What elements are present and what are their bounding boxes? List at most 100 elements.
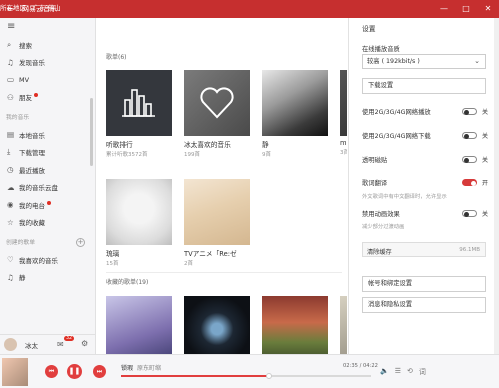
- account-settings-button[interactable]: 帐号和绑定设置: [362, 276, 486, 292]
- sidebar-item[interactable]: ▭ MV: [0, 71, 95, 89]
- sidebar-item[interactable]: ☆ 我的收藏: [0, 214, 95, 232]
- collected-card[interactable]: [106, 296, 172, 354]
- collected-cover-image[interactable]: [106, 296, 172, 354]
- notification-dot: [34, 93, 38, 98]
- playlist-cover-image[interactable]: [184, 179, 250, 245]
- playlist-cover-image[interactable]: [340, 70, 347, 136]
- sidebar-item-icon: ♫: [7, 272, 14, 282]
- add-playlist-icon[interactable]: +: [76, 238, 85, 247]
- title-bar: ← 网易云音乐 — □ ✕: [0, 0, 499, 18]
- minimize-icon[interactable]: —: [433, 0, 455, 18]
- playlist-name[interactable]: mp: [340, 139, 347, 147]
- collected-cover-image[interactable]: [340, 296, 347, 354]
- toggle-knob: [464, 109, 469, 115]
- region-text: 所在地区：广东·佛山: [0, 4, 61, 12]
- toggle-knob: [471, 180, 476, 186]
- created-playlists-header: 创建的歌单 +: [0, 235, 95, 251]
- ranking-cover-image[interactable]: [106, 70, 172, 136]
- sidebar-item-label: 下载管理: [19, 149, 45, 158]
- toggle-switch[interactable]: [462, 156, 477, 163]
- sidebar-item-label: 发现音乐: [19, 59, 45, 68]
- pause-icon[interactable]: ❚❚: [67, 364, 82, 379]
- progress-handle[interactable]: [265, 373, 272, 379]
- next-icon[interactable]: ⏭: [93, 365, 106, 378]
- sidebar-scrollbar[interactable]: [90, 98, 93, 166]
- collected-card[interactable]: [262, 296, 328, 354]
- playlist-card[interactable]: 琉璃 15首: [106, 179, 172, 267]
- sidebar-item[interactable]: ☁ 我的音乐云盘: [0, 179, 95, 197]
- sidebar-item-label: 我的收藏: [19, 219, 45, 228]
- song-title: 锁瑕: [121, 365, 134, 372]
- sidebar-item[interactable]: ⚇ 朋友: [0, 89, 95, 107]
- lyrics-icon[interactable]: 词: [419, 367, 426, 377]
- now-playing-cover[interactable]: [2, 358, 28, 386]
- setting-toggle-row[interactable]: 歌词翻译 开: [362, 178, 488, 188]
- playlist-name[interactable]: 琉璃: [106, 248, 172, 258]
- volume-icon[interactable]: 🔈: [380, 367, 389, 377]
- collected-cover-image[interactable]: [262, 296, 328, 354]
- sidebar-item-label: 本地音乐: [19, 131, 45, 140]
- toggle-state: 关: [482, 157, 489, 164]
- toggle-switch[interactable]: [462, 132, 477, 139]
- sidebar-item[interactable]: ▤ 本地音乐: [0, 126, 95, 144]
- liked-cover-image[interactable]: [184, 70, 250, 136]
- playlist-card[interactable]: mp 3首: [340, 70, 347, 156]
- sidebar-item[interactable]: ♫ 静: [0, 269, 95, 287]
- download-settings-button[interactable]: 下载设置: [362, 78, 486, 94]
- playlist-card[interactable]: 听歌排行 累计听歌3572首: [106, 70, 172, 158]
- window-controls: — □ ✕: [433, 0, 499, 18]
- my-music-header: 我的音乐: [6, 115, 30, 121]
- translate-description: 外文歌词中有中文翻译时，允许显示: [362, 194, 447, 200]
- playlist-icon[interactable]: ☰: [395, 367, 401, 377]
- playlist-name[interactable]: 冰太喜欢的音乐: [184, 139, 250, 149]
- repeat-icon[interactable]: ⟲: [407, 367, 413, 377]
- maximize-icon[interactable]: □: [455, 0, 477, 18]
- sidebar-item[interactable]: ⤓ 下载管理: [0, 144, 95, 162]
- sidebar-item-icon: ☁: [7, 182, 15, 192]
- user-area[interactable]: 冰太 ✉ 32 ⚙: [0, 334, 96, 354]
- playlist-card[interactable]: 冰太喜欢的音乐 199首: [184, 70, 250, 158]
- setting-toggle-row[interactable]: 使用2G/3G/4G网络下载 关: [362, 131, 488, 141]
- privacy-settings-button[interactable]: 消息和隐私设置: [362, 297, 486, 313]
- progress-bar[interactable]: [121, 373, 371, 379]
- setting-toggle-row[interactable]: 禁用动画效果 关: [362, 209, 488, 219]
- playlist-name[interactable]: 静: [262, 139, 328, 149]
- playlist-name[interactable]: TVアニメ「Re:ゼ: [184, 248, 250, 258]
- settings-title: 设置: [362, 25, 376, 33]
- playlist-name[interactable]: 听歌排行: [106, 139, 172, 149]
- playlist-card[interactable]: TVアニメ「Re:ゼ 2首: [184, 179, 250, 267]
- sidebar-item[interactable]: ◉ 我的电台: [0, 196, 95, 214]
- collected-cover-image[interactable]: [184, 296, 250, 354]
- close-icon[interactable]: ✕: [477, 0, 499, 18]
- setting-toggle-row[interactable]: 透明磁贴 关: [362, 155, 488, 165]
- mail-icon[interactable]: ✉: [57, 340, 64, 349]
- toggle-switch[interactable]: [462, 108, 477, 115]
- gear-icon[interactable]: ⚙: [81, 339, 88, 348]
- previous-icon[interactable]: ⏮: [45, 365, 58, 378]
- toggle-switch[interactable]: [462, 210, 477, 217]
- settings-scrollbar[interactable]: [494, 18, 499, 354]
- playback-time: 02:35 / 04:22: [343, 363, 378, 369]
- toggle-switch[interactable]: [462, 179, 477, 186]
- playlist-cover-image[interactable]: [262, 70, 328, 136]
- toggle-knob: [464, 133, 469, 139]
- now-playing: 锁瑕 原东町缩: [121, 363, 161, 372]
- collected-card[interactable]: [340, 296, 347, 354]
- avatar[interactable]: [4, 338, 17, 351]
- hamburger-menu-icon[interactable]: ≡: [0, 18, 95, 36]
- playlist-card[interactable]: 静 9首: [262, 70, 328, 158]
- clear-cache-row[interactable]: 清除缓存 96.1MB: [362, 242, 486, 257]
- sidebar-item[interactable]: ◷ 最近播放: [0, 161, 95, 179]
- playlist-section-title: 歌单(6): [106, 54, 127, 61]
- sidebar-item[interactable]: ⌕ 搜索: [0, 36, 95, 54]
- sidebar-item-label: 我的电台: [19, 201, 45, 210]
- sidebar-item[interactable]: ♡ 我喜欢的音乐: [0, 251, 95, 269]
- quality-select[interactable]: 较高 ( 192kbit/s ) ⌄: [362, 54, 486, 69]
- clear-cache-label[interactable]: 清除缓存: [367, 247, 392, 256]
- setting-toggle-row[interactable]: 使用2G/3G/4G网络播放 关: [362, 107, 488, 117]
- collected-card[interactable]: [184, 296, 250, 354]
- sidebar-item[interactable]: ♫ 发现音乐: [0, 54, 95, 72]
- playlist-cover-image[interactable]: [106, 179, 172, 245]
- toggle-label: 歌词翻译: [362, 180, 388, 187]
- sidebar-item-label: 最近播放: [19, 166, 45, 175]
